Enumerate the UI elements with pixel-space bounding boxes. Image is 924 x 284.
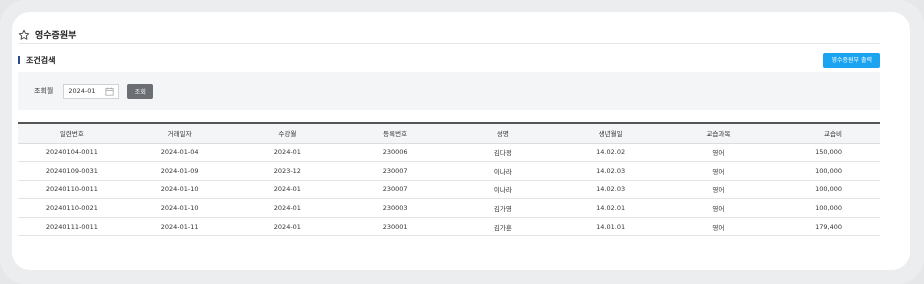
table-cell: 2024-01-04 (125, 143, 234, 163)
column-header[interactable]: 수강월 (233, 122, 342, 144)
table-cell: 230007 (341, 180, 449, 200)
table-cell: 2024-01 (233, 143, 342, 163)
table-cell: 영어 (664, 180, 773, 200)
column-header[interactable]: 생년월일 (556, 122, 665, 144)
table-cell: 영어 (664, 161, 773, 181)
table-cell: 100,000 (772, 161, 880, 181)
table-cell: 150,000 (772, 143, 880, 163)
table-cell: 영어 (664, 198, 773, 218)
table-cell: 이나라 (449, 161, 557, 181)
table-row[interactable]: 20240110-0011 2024-01-10 2024-01 230007 … (18, 180, 880, 200)
column-header[interactable]: 등록번호 (341, 122, 449, 144)
page-header: 영수증원부 (18, 28, 880, 44)
table-row[interactable]: 20240109-0031 2024-01-09 2023-12 230007 … (18, 161, 880, 181)
table-cell: 영어 (664, 143, 773, 163)
table-cell: 2024-01-09 (125, 161, 234, 181)
table-cell: 14.02.01 (556, 198, 665, 218)
table-cell: 20240109-0031 (18, 161, 126, 181)
table-cell: 2024-01-11 (125, 217, 234, 237)
table-cell: 김다정 (449, 143, 557, 163)
table-header-row: 일련번호 거래일자 수강월 등록번호 성명 생년월일 교습과목 교습비 (18, 122, 880, 144)
table-cell: 100,000 (772, 180, 880, 200)
table-cell: 2024-01 (233, 180, 342, 200)
table-cell: 김가훈 (449, 217, 557, 237)
search-month-label: 조회월 (34, 87, 54, 95)
table-cell: 20240111-0011 (18, 217, 126, 237)
column-header[interactable]: 거래일자 (125, 122, 234, 144)
table-cell: 179,400 (772, 217, 880, 237)
table-row[interactable]: 20240111-0011 2024-01-11 2024-01 230001 … (18, 217, 880, 237)
section-title: 조건검색 (26, 55, 56, 65)
table-cell: 2023-12 (233, 161, 342, 181)
table-cell: 230006 (341, 143, 449, 163)
table-cell: 김가영 (449, 198, 557, 218)
table-row[interactable]: 20240104-0011 2024-01-04 2024-01 230006 … (18, 143, 880, 163)
export-receipt-ledger-button[interactable]: 영수증원부 출력 (823, 52, 880, 68)
column-header[interactable]: 교습비 (772, 122, 880, 144)
table-cell: 이나라 (449, 180, 557, 200)
table-cell: 2024-01 (233, 217, 342, 237)
table-cell: 230007 (341, 161, 449, 181)
table-cell: 영어 (664, 217, 773, 237)
table-cell: 14.02.02 (556, 143, 665, 163)
table-cell: 100,000 (772, 198, 880, 218)
table-cell: 14.02.03 (556, 180, 665, 200)
column-header[interactable]: 일련번호 (18, 122, 126, 144)
table-row[interactable]: 20240110-0021 2024-01-10 2024-01 230003 … (18, 198, 880, 218)
section-header: 조건검색 영수증원부 출력 (18, 52, 880, 68)
window-frame: 영수증원부 조건검색 영수증원부 출력 조회월 2024-01 조회 일련번호 … (0, 0, 924, 284)
section-marker (18, 56, 20, 64)
search-panel: 조회월 2024-01 조회 (18, 72, 880, 110)
table-cell: 230003 (341, 198, 449, 218)
section-heading: 조건검색 (18, 55, 55, 66)
star-outline-icon (18, 29, 30, 41)
month-input-value: 2024-01 (68, 87, 96, 95)
month-input[interactable]: 2024-01 (63, 83, 120, 99)
column-header[interactable]: 교습과목 (664, 122, 773, 144)
column-header[interactable]: 성명 (449, 122, 557, 144)
table-cell: 20240104-0011 (18, 143, 126, 163)
page-title: 영수증원부 (35, 31, 77, 41)
table-cell: 20240110-0021 (18, 198, 126, 218)
calendar-icon[interactable] (105, 87, 114, 96)
table-cell: 2024-01-10 (125, 180, 234, 200)
receipt-table: 일련번호 거래일자 수강월 등록번호 성명 생년월일 교습과목 교습비 2024… (18, 122, 880, 237)
table-cell: 2024-01 (233, 198, 342, 218)
table-cell: 2024-01-10 (125, 198, 234, 218)
table-cell: 230001 (341, 217, 449, 237)
search-button[interactable]: 조회 (127, 83, 154, 99)
table-cell: 14.01.01 (556, 217, 665, 237)
table-cell: 14.02.03 (556, 161, 665, 181)
table-cell: 20240110-0011 (18, 180, 126, 200)
